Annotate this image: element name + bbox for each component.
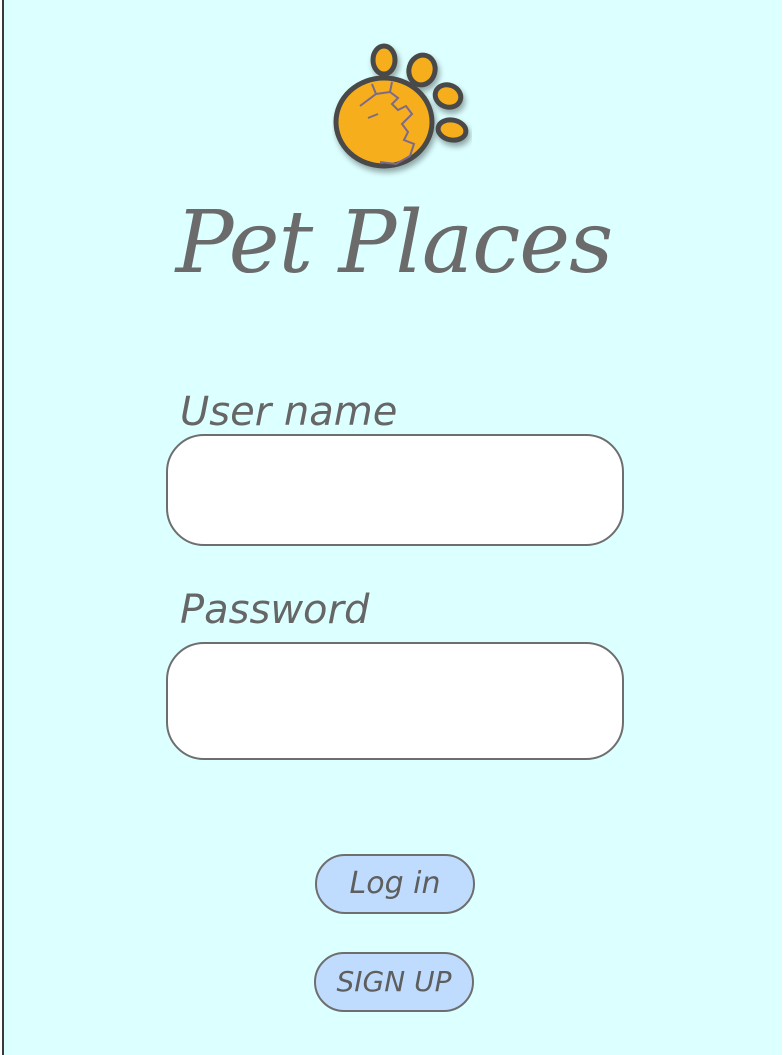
paw-print-logo-icon <box>333 43 469 169</box>
password-input[interactable] <box>166 642 624 760</box>
app-title: Pet Places <box>175 193 614 293</box>
signup-button[interactable]: SIGN UP <box>314 952 474 1012</box>
password-label: Password <box>180 587 370 633</box>
login-screen: Pet Places User name Password Log in SIG… <box>2 0 782 1055</box>
username-input[interactable] <box>166 434 624 546</box>
username-label: User name <box>180 389 398 435</box>
login-button[interactable]: Log in <box>315 854 475 914</box>
